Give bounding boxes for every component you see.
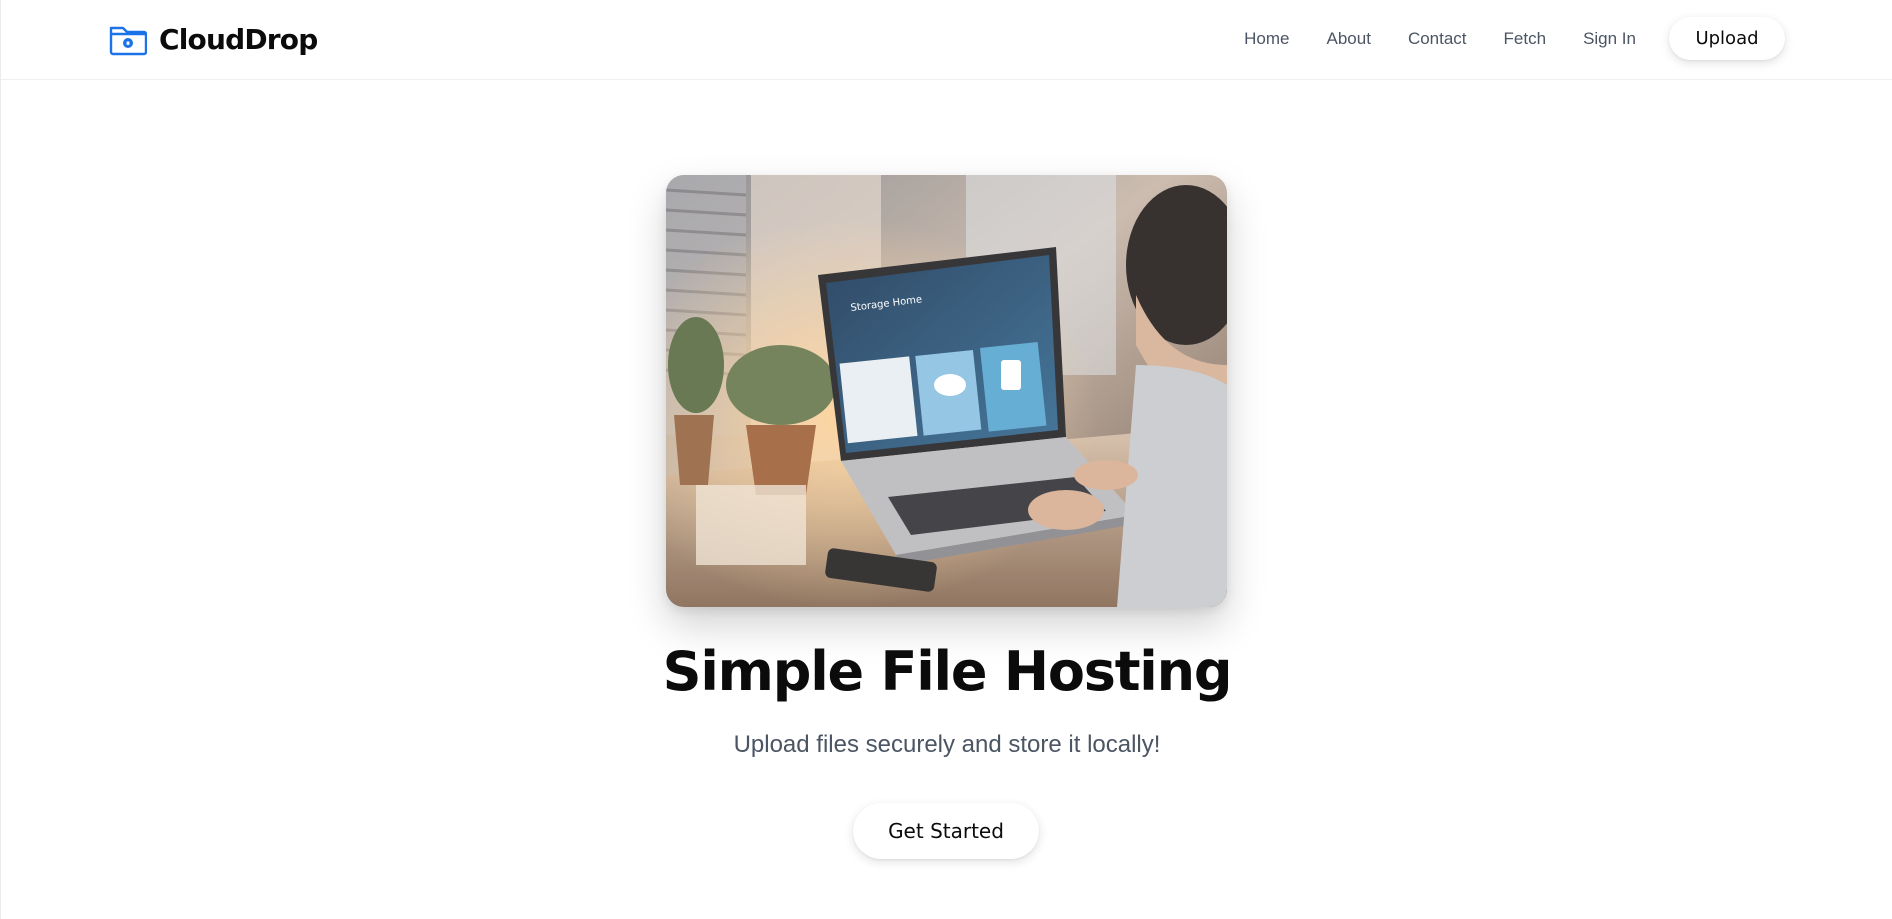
nav-home-link[interactable]: Home [1244, 29, 1289, 49]
get-started-button[interactable]: Get Started [853, 803, 1039, 859]
hero-title: Simple File Hosting [662, 640, 1233, 703]
nav-sign-in-link[interactable]: Sign In [1583, 29, 1636, 49]
main-nav: Home About Contact Fetch Sign In Upload [1244, 17, 1785, 60]
brand[interactable]: CloudDrop [109, 22, 318, 56]
nav-about-link[interactable]: About [1327, 29, 1371, 49]
page: CloudDrop Home About Contact Fetch Sign … [0, 0, 1892, 919]
brand-name: CloudDrop [159, 22, 318, 56]
hero-subtitle: Upload files securely and store it local… [733, 731, 1161, 758]
top-navbar: CloudDrop Home About Contact Fetch Sign … [1, 0, 1892, 80]
upload-button[interactable]: Upload [1669, 17, 1785, 60]
nav-contact-link[interactable]: Contact [1408, 29, 1467, 49]
hero-image: Storage Home [666, 175, 1227, 607]
folder-lock-icon [109, 26, 147, 56]
nav-fetch-link[interactable]: Fetch [1504, 29, 1547, 49]
